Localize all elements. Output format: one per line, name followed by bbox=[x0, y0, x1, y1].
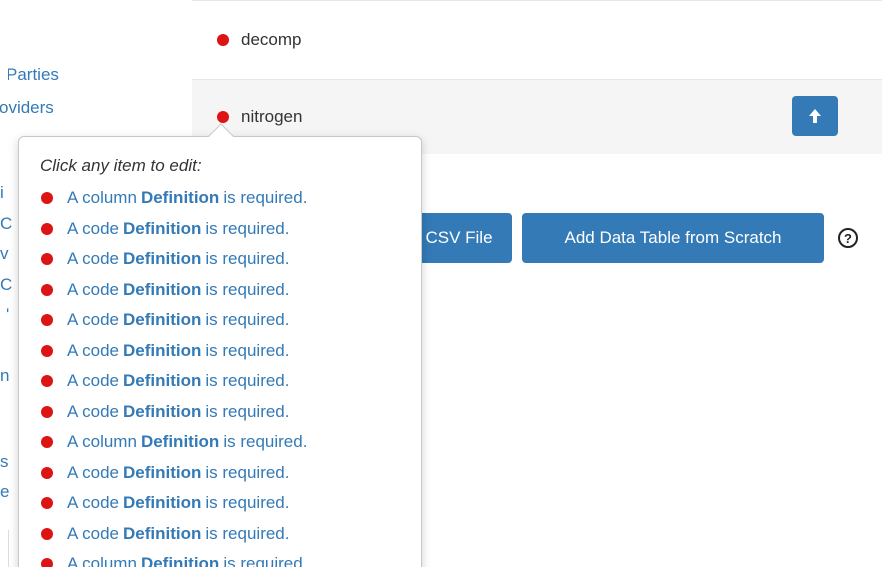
issue-suffix: is required. bbox=[205, 462, 290, 482]
issue-list: A column Definition is required. A code Defi… bbox=[41, 183, 307, 567]
issue-suffix: is required. bbox=[205, 310, 290, 330]
issue-prefix: A code bbox=[67, 340, 119, 360]
issue-suffix: is required. bbox=[205, 340, 290, 360]
issue-suffix: is required. bbox=[223, 554, 308, 567]
issue-prefix: A code bbox=[67, 523, 119, 543]
sidebar-fragment[interactable]: s bbox=[0, 452, 9, 472]
issue-item[interactable]: A code Definition is required. bbox=[41, 336, 307, 367]
issue-prefix: A column bbox=[67, 432, 137, 452]
sidebar-link-parties[interactable]: Parties bbox=[8, 65, 59, 85]
issue-item[interactable]: A code Definition is required. bbox=[41, 397, 307, 428]
help-icon[interactable]: ? bbox=[838, 228, 858, 248]
error-dot-icon bbox=[41, 466, 53, 479]
sidebar-fragment[interactable]: C bbox=[0, 214, 12, 234]
page: Parties oviders i C v C ' n s e decomp n… bbox=[0, 0, 882, 567]
issue-prefix: A code bbox=[67, 218, 119, 238]
error-status-dot bbox=[217, 111, 229, 123]
add-table-from-scratch-button[interactable]: Add Data Table from Scratch bbox=[522, 213, 824, 263]
issue-item[interactable]: A column Definition is required. bbox=[41, 427, 307, 458]
issue-prefix: A code bbox=[67, 462, 119, 482]
issue-keyword: Definition bbox=[140, 432, 220, 452]
issue-prefix: A code bbox=[67, 310, 119, 330]
issue-keyword: Definition bbox=[123, 462, 202, 482]
issue-suffix: is required. bbox=[223, 432, 308, 452]
sidebar-divider bbox=[8, 530, 9, 567]
issue-item[interactable]: A code Definition is required. bbox=[41, 458, 307, 489]
issue-keyword: Definition bbox=[123, 371, 202, 391]
issue-keyword: Definition bbox=[123, 218, 202, 238]
error-dot-icon bbox=[41, 344, 53, 357]
sidebar-fragment[interactable]: C bbox=[0, 275, 12, 295]
issue-keyword: Definition bbox=[123, 340, 202, 360]
issue-item[interactable]: A code Definition is required. bbox=[41, 519, 307, 550]
arrow-up-icon bbox=[809, 109, 821, 123]
issue-suffix: is required. bbox=[205, 249, 290, 269]
issue-prefix: A column bbox=[67, 554, 137, 567]
issue-item[interactable]: A code Definition is required. bbox=[41, 366, 307, 397]
sidebar-fragment[interactable]: n bbox=[0, 366, 9, 386]
issue-item[interactable]: A code Definition is required. bbox=[41, 275, 307, 306]
error-dot-icon bbox=[41, 222, 53, 235]
issue-item[interactable]: A column Definition is required. bbox=[41, 183, 307, 214]
sidebar-fragment[interactable]: e bbox=[0, 482, 9, 502]
issue-prefix: A code bbox=[67, 371, 119, 391]
issue-prefix: A code bbox=[67, 249, 119, 269]
issue-prefix: A code bbox=[67, 401, 119, 421]
sidebar-fragment[interactable]: ' bbox=[6, 305, 9, 325]
issue-suffix: is required. bbox=[205, 401, 290, 421]
error-dot-icon bbox=[41, 558, 53, 567]
issue-keyword: Definition bbox=[123, 401, 202, 421]
error-dot-icon bbox=[41, 405, 53, 418]
error-status-dot bbox=[217, 34, 229, 46]
issue-suffix: is required. bbox=[205, 523, 290, 543]
issue-keyword: Definition bbox=[123, 249, 202, 269]
issue-suffix: is required. bbox=[205, 279, 290, 299]
entity-label: nitrogen bbox=[241, 107, 303, 126]
issue-item[interactable]: A code Definition is required. bbox=[41, 488, 307, 519]
issue-item[interactable]: A column Definition is required. bbox=[41, 549, 307, 567]
validation-popover: Click any item to edit: A column Definiti… bbox=[18, 136, 422, 567]
error-dot-icon bbox=[41, 527, 53, 540]
issue-suffix: is required. bbox=[205, 218, 290, 238]
issue-prefix: A column bbox=[67, 188, 137, 208]
popover-title: Click any item to edit: bbox=[40, 156, 202, 175]
issue-suffix: is required. bbox=[205, 493, 290, 513]
issue-item[interactable]: A code Definition is required. bbox=[41, 305, 307, 336]
sidebar-link-providers[interactable]: oviders bbox=[0, 98, 54, 118]
issue-keyword: Definition bbox=[123, 279, 202, 299]
entity-row-decomp[interactable]: decomp bbox=[192, 0, 882, 80]
entity-label: decomp bbox=[241, 30, 302, 49]
error-dot-icon bbox=[41, 192, 53, 205]
issue-keyword: Definition bbox=[140, 188, 220, 208]
issue-prefix: A code bbox=[67, 493, 119, 513]
sidebar-fragment[interactable]: v bbox=[0, 244, 9, 264]
error-dot-icon bbox=[41, 436, 53, 449]
issue-keyword: Definition bbox=[123, 523, 202, 543]
error-dot-icon bbox=[41, 253, 53, 266]
error-dot-icon bbox=[41, 497, 53, 510]
error-dot-icon bbox=[41, 283, 53, 296]
issue-suffix: is required. bbox=[205, 371, 290, 391]
move-up-button[interactable] bbox=[792, 96, 838, 136]
error-dot-icon bbox=[41, 375, 53, 388]
error-dot-icon bbox=[41, 314, 53, 327]
issue-keyword: Definition bbox=[140, 554, 220, 567]
issue-item[interactable]: A code Definition is required. bbox=[41, 214, 307, 245]
issue-keyword: Definition bbox=[123, 310, 202, 330]
issue-suffix: is required. bbox=[223, 188, 308, 208]
sidebar-fragment[interactable]: i bbox=[0, 183, 4, 203]
issue-item[interactable]: A code Definition is required. bbox=[41, 244, 307, 275]
issue-keyword: Definition bbox=[123, 493, 202, 513]
issue-prefix: A code bbox=[67, 279, 119, 299]
